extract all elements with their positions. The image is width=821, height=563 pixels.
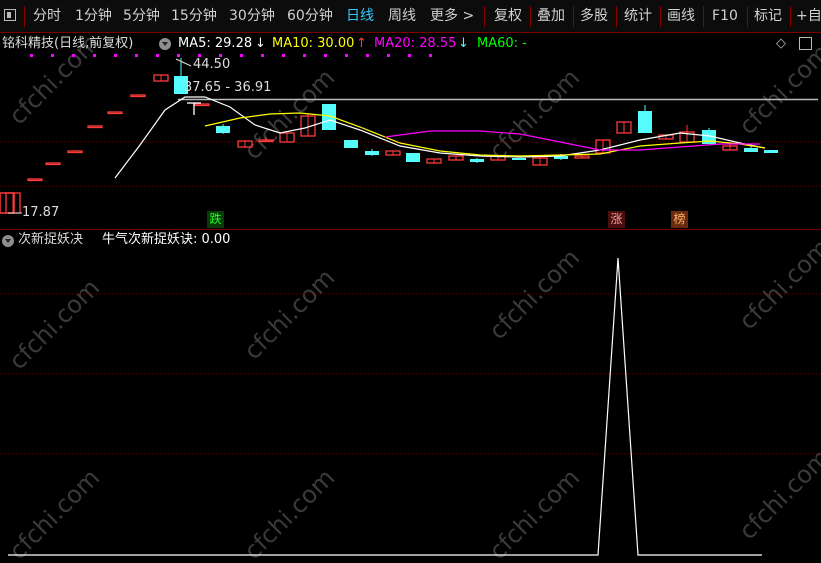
low-price-label: 17.87: [22, 205, 60, 220]
candle-up: [27, 178, 43, 182]
stock-title: 铭科精技(日线,前复权): [2, 36, 134, 51]
ma5-arrow-icon: ↓: [255, 36, 266, 51]
candle-down: [764, 150, 778, 153]
candle-up: [67, 150, 83, 154]
candle-down: [344, 140, 358, 148]
marker-dot: [72, 54, 75, 57]
indicator-line: [8, 257, 762, 556]
range-label: 37.65 - 36.91: [184, 80, 272, 95]
watermark-text: cfchi.com: [484, 244, 586, 346]
marker-dot: [366, 54, 369, 57]
watermark-text: cfchi.com: [484, 64, 586, 166]
marker-dot: [114, 54, 117, 57]
marker-dot: [345, 54, 348, 57]
candle-down: [744, 148, 758, 152]
rise-badge[interactable]: 涨: [608, 211, 625, 228]
high-pointer: [175, 58, 192, 67]
fall-badge[interactable]: 跌: [207, 211, 224, 228]
marker-dot: [156, 54, 159, 57]
marker-dot: [261, 54, 264, 57]
sub-panel-title: 次新捉妖决: [18, 232, 84, 247]
watermark-text: cfchi.com: [4, 274, 106, 376]
watermark-text: cfchi.com: [734, 234, 821, 336]
candle-down: [406, 153, 420, 162]
high-price-label: 44.50: [193, 57, 231, 72]
watermark-layer: cfchi.com cfchi.com cfchi.com cfchi.com cfch…: [4, 29, 821, 563]
ma60-label: MA60: -: [477, 36, 527, 51]
candle-up: [107, 111, 123, 115]
ma5-line: [114, 96, 766, 179]
chart-canvas: cfchi.com cfchi.com cfchi.com cfchi.com cfch…: [0, 29, 821, 563]
marker-dot: [387, 54, 390, 57]
marker-dot: [408, 54, 411, 57]
marker-dot: [240, 54, 243, 57]
candle-down: [216, 126, 230, 133]
marker-dot: [51, 54, 54, 57]
ma5-label: MA5: 29.28: [178, 36, 253, 51]
candle-up: [45, 162, 61, 166]
watermark-text: cfchi.com: [239, 264, 341, 366]
chart-marks: [0, 58, 778, 556]
candle-up: [130, 94, 146, 98]
watermark-text: cfchi.com: [484, 464, 586, 563]
watermark-text: cfchi.com: [4, 464, 106, 563]
candle-up: [194, 103, 210, 107]
diamond-icon[interactable]: ◇: [776, 34, 786, 54]
candle-up: [87, 125, 103, 129]
candle-down: [365, 151, 379, 155]
chevron-down-circle-icon[interactable]: [2, 235, 14, 247]
candle-down: [638, 111, 652, 133]
marker-dot: [93, 54, 96, 57]
candle-down: [512, 158, 526, 160]
marker-dot: [429, 54, 432, 57]
chevron-down-circle-icon[interactable]: [159, 38, 171, 50]
list-badge[interactable]: 榜: [671, 211, 688, 228]
candle-down: [470, 159, 484, 162]
chart-grid: [0, 54, 821, 455]
watermark-text: cfchi.com: [734, 444, 821, 546]
watermark-text: cfchi.com: [239, 464, 341, 563]
ma10-arrow-icon: ↑: [356, 36, 367, 51]
ma10-label: MA10: 30.00: [272, 36, 355, 51]
marker-dot: [282, 54, 285, 57]
ma20-label: MA20: 28.55: [374, 36, 457, 51]
marker-dot: [177, 54, 180, 57]
marker-dot: [30, 54, 33, 57]
ma20-arrow-icon: ↓: [458, 36, 469, 51]
first-candle: [0, 192, 15, 214]
marker-dot: [303, 54, 306, 57]
sub-indicator-label: 牛气次新捉妖诀: 0.00: [102, 232, 231, 247]
marker-dot: [324, 54, 327, 57]
marker-dot: [135, 54, 138, 57]
square-icon[interactable]: [799, 37, 812, 50]
